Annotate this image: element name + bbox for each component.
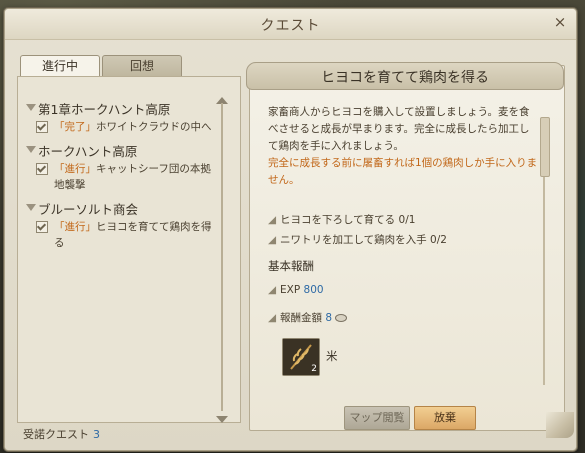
objective-text: ニワトリを加工して鶏肉を入手 0/2 — [280, 234, 447, 246]
scroll-curl — [546, 412, 574, 438]
quest-list: 第1章ホークハント高原 「完了」ホワイトクラウドの中へ ホークハント高原 「進行… — [24, 95, 214, 257]
gold-value: 8 — [325, 312, 333, 324]
quest-list-item[interactable]: 「進行」ヒヨコを育てて鶏肉を得る — [24, 219, 214, 251]
track-checkbox[interactable] — [36, 221, 48, 233]
track-checkbox[interactable] — [36, 163, 48, 175]
accepted-number: 3 — [93, 428, 100, 441]
reward-item-name: 米 — [326, 349, 338, 363]
quest-group-header[interactable]: 第1章ホークハント高原 — [24, 99, 214, 117]
objective-text: ヒヨコを下ろして育てる 0/1 — [280, 214, 416, 226]
track-checkbox[interactable] — [36, 121, 48, 133]
reward-gold: ◢ 報酬金額 8 — [268, 310, 348, 325]
objective-item: ◢ ヒヨコを下ろして育てる 0/1 — [268, 210, 447, 230]
accepted-quest-count: 受諾クエスト 3 — [23, 426, 100, 442]
exp-label: EXP — [280, 284, 301, 296]
quest-list-item[interactable]: 「完了」ホワイトクラウドの中へ — [24, 119, 214, 135]
quest-status-tag: 「完了」 — [54, 121, 96, 133]
quest-list-item[interactable]: 「進行」キャットシーフ団の本拠地襲撃 — [24, 161, 214, 193]
map-view-button[interactable]: マップ閲覧 — [344, 406, 410, 430]
scroll-track[interactable] — [221, 103, 223, 411]
collapse-triangle-icon[interactable] — [26, 146, 36, 153]
scroll-header: ヒヨコを育てて鶏肉を得る — [246, 62, 564, 90]
bullet-icon: ◢ — [268, 284, 277, 296]
tab-in-progress[interactable]: 進行中 — [20, 55, 100, 76]
window-title: クエスト — [260, 18, 321, 34]
description-text: 家畜商人からヒヨコを購入して設置しましょう。麦を食べさせると成長が早まります。完… — [268, 106, 530, 152]
group-name: 第1章ホークハント高原 — [38, 102, 171, 117]
title-bar[interactable]: クエスト × — [5, 9, 576, 40]
scroll-thumb[interactable] — [540, 117, 550, 177]
quest-group-header[interactable]: ホークハント高原 — [24, 141, 214, 159]
gold-label: 報酬金額 — [280, 312, 322, 324]
quest-name: ホワイトクラウドの中へ — [96, 121, 212, 133]
quest-detail-title: ヒヨコを育てて鶏肉を得る — [321, 70, 489, 86]
close-button[interactable]: × — [550, 12, 570, 32]
quest-detail-scroll: ヒヨコを育てて鶏肉を得る 家畜商人からヒヨコを購入して設置しましょう。麦を食べさ… — [246, 62, 574, 438]
quest-description: 家畜商人からヒヨコを購入して設置しましょう。麦を食べさせると成長が早まります。完… — [268, 104, 538, 189]
reward-item-slot[interactable]: 2 — [282, 338, 320, 376]
reward-header: 基本報酬 — [268, 259, 314, 273]
tab-recall[interactable]: 回想 — [102, 55, 182, 76]
quest-objectives: ◢ ヒヨコを下ろして育てる 0/1 ◢ ニワトリを加工して鶏肉を入手 0/2 — [268, 210, 447, 250]
bullet-icon: ◢ — [268, 312, 277, 324]
reward-exp: ◢ EXP 800 — [268, 284, 324, 296]
exp-value: 800 — [303, 284, 324, 296]
detail-scrollbar[interactable] — [539, 111, 550, 391]
collapse-triangle-icon[interactable] — [26, 204, 36, 211]
accepted-label: 受諾クエスト — [23, 428, 89, 441]
quest-window: クエスト × 進行中 回想 第1章ホークハント高原 「完了」ホワイトクラウドの中… — [4, 8, 577, 451]
quest-list-scrollbar[interactable] — [216, 97, 228, 423]
collapse-triangle-icon[interactable] — [26, 104, 36, 111]
group-name: ブルーソルト商会 — [38, 202, 139, 217]
quest-status-tag: 「進行」 — [54, 221, 96, 233]
bullet-icon: ◢ — [268, 214, 277, 226]
bullet-icon: ◢ — [268, 234, 277, 246]
abandon-button[interactable]: 放棄 — [414, 406, 476, 430]
quest-list-panel: 第1章ホークハント高原 「完了」ホワイトクラウドの中へ ホークハント高原 「進行… — [17, 76, 241, 423]
quest-status-tag: 「進行」 — [54, 163, 96, 175]
objective-item: ◢ ニワトリを加工して鶏肉を入手 0/2 — [268, 230, 447, 250]
group-name: ホークハント高原 — [38, 144, 138, 159]
item-quantity: 2 — [311, 364, 317, 374]
coin-icon — [335, 314, 348, 322]
quest-group-header[interactable]: ブルーソルト商会 — [24, 199, 214, 217]
warning-text: 完全に成長する前に屠畜すれば1個の鶏肉しか手に入りません。 — [268, 157, 538, 186]
scroll-down-icon[interactable] — [216, 416, 228, 423]
